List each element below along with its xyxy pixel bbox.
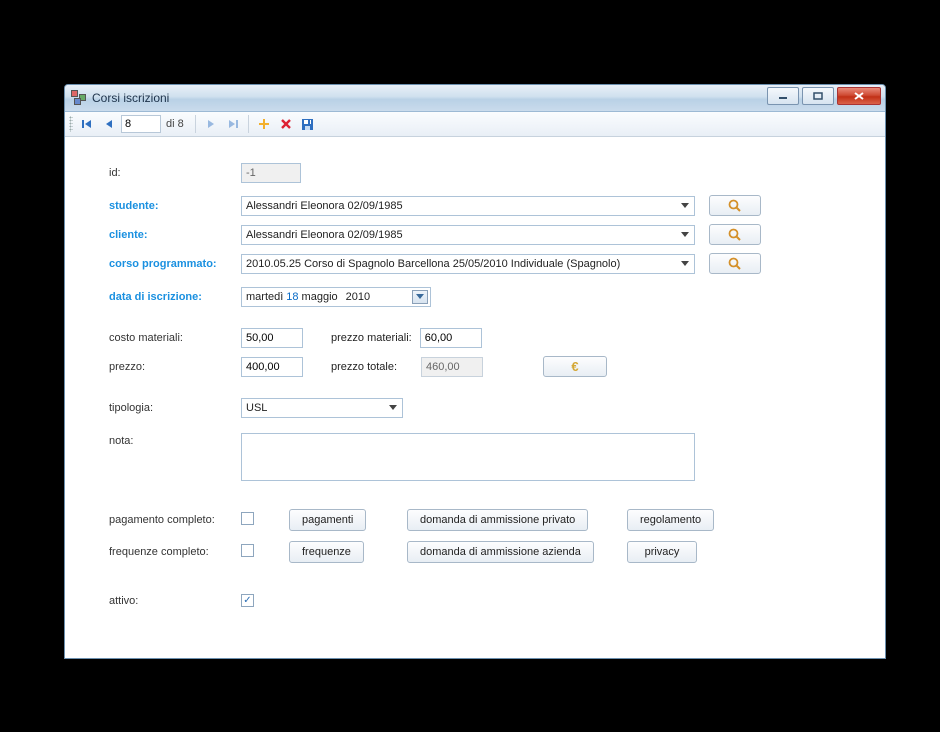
- attivo-label: attivo:: [109, 595, 241, 607]
- prezzo-field[interactable]: [241, 357, 303, 377]
- id-label: id:: [109, 167, 241, 179]
- chevron-down-icon: [677, 228, 692, 242]
- pagamento-completo-checkbox[interactable]: [241, 512, 254, 525]
- studente-value: Alessandri Eleonora 02/09/1985: [246, 200, 403, 212]
- corso-search-button[interactable]: [709, 253, 761, 274]
- corso-label: corso programmato:: [109, 258, 241, 270]
- privacy-button[interactable]: privacy: [627, 541, 697, 563]
- form-content: id: studente: Alessandri Eleonora 02/09/…: [65, 137, 885, 658]
- nav-position-input[interactable]: [121, 115, 161, 133]
- studente-combo[interactable]: Alessandri Eleonora 02/09/1985: [241, 196, 695, 216]
- costo-materiali-field[interactable]: [241, 328, 303, 348]
- costo-materiali-label: costo materiali:: [109, 332, 241, 344]
- regolamento-button[interactable]: regolamento: [627, 509, 714, 531]
- nav-total-label: di 8: [166, 118, 184, 130]
- nav-delete-button[interactable]: [276, 114, 296, 134]
- nav-prev-button[interactable]: [99, 114, 119, 134]
- search-icon: [728, 199, 742, 213]
- studente-search-button[interactable]: [709, 195, 761, 216]
- nav-save-button[interactable]: [298, 114, 318, 134]
- domanda-privato-button[interactable]: domanda di ammissione privato: [407, 509, 588, 531]
- nav-last-button[interactable]: [223, 114, 243, 134]
- chevron-down-icon: [677, 199, 692, 213]
- navigator-toolbar: di 8: [65, 112, 885, 137]
- prezzo-label: prezzo:: [109, 361, 241, 373]
- nav-add-button[interactable]: [254, 114, 274, 134]
- attivo-checkbox[interactable]: ✓: [241, 594, 254, 607]
- cliente-combo[interactable]: Alessandri Eleonora 02/09/1985: [241, 225, 695, 245]
- cliente-search-button[interactable]: [709, 224, 761, 245]
- chevron-down-icon: [677, 257, 692, 271]
- pagamenti-button[interactable]: pagamenti: [289, 509, 366, 531]
- window-title: Corsi iscrizioni: [92, 91, 169, 105]
- prezzo-totale-field: [421, 357, 483, 377]
- prezzo-materiali-label: prezzo materiali:: [331, 332, 412, 344]
- tipologia-label: tipologia:: [109, 402, 241, 414]
- id-field: [241, 163, 301, 183]
- tipologia-combo[interactable]: USL: [241, 398, 403, 418]
- nav-next-button[interactable]: [201, 114, 221, 134]
- frequenze-button[interactable]: frequenze: [289, 541, 364, 563]
- nota-label: nota:: [109, 433, 241, 447]
- tipologia-value: USL: [246, 402, 267, 414]
- search-icon: [728, 228, 742, 242]
- corso-value: 2010.05.25 Corso di Spagnolo Barcellona …: [246, 258, 620, 270]
- pagamento-completo-label: pagamento completo:: [109, 514, 241, 526]
- prezzo-materiali-field[interactable]: [420, 328, 482, 348]
- search-icon: [728, 257, 742, 271]
- frequenze-completo-checkbox[interactable]: [241, 544, 254, 557]
- nav-first-button[interactable]: [77, 114, 97, 134]
- calendar-icon: [412, 290, 428, 304]
- domanda-azienda-button[interactable]: domanda di ammissione azienda: [407, 541, 594, 563]
- maximize-button[interactable]: [802, 87, 834, 105]
- corso-combo[interactable]: 2010.05.25 Corso di Spagnolo Barcellona …: [241, 254, 695, 274]
- prezzo-totale-label: prezzo totale:: [331, 361, 413, 373]
- chevron-down-icon: [385, 401, 400, 415]
- nota-field[interactable]: [241, 433, 695, 481]
- studente-label: studente:: [109, 200, 241, 212]
- frequenze-completo-label: frequenze completo:: [109, 546, 241, 558]
- app-icon: [71, 90, 87, 106]
- data-iscrizione-label: data di iscrizione:: [109, 291, 241, 303]
- euro-button[interactable]: €: [543, 356, 607, 377]
- toolbar-grip: [69, 116, 73, 132]
- titlebar: Corsi iscrizioni: [65, 85, 885, 112]
- euro-icon: €: [571, 359, 578, 374]
- cliente-label: cliente:: [109, 229, 241, 241]
- data-iscrizione-picker[interactable]: martedì 18 maggio 2010: [241, 287, 431, 307]
- close-button[interactable]: [837, 87, 881, 105]
- window: Corsi iscrizioni di 8: [64, 84, 886, 659]
- minimize-button[interactable]: [767, 87, 799, 105]
- cliente-value: Alessandri Eleonora 02/09/1985: [246, 229, 403, 241]
